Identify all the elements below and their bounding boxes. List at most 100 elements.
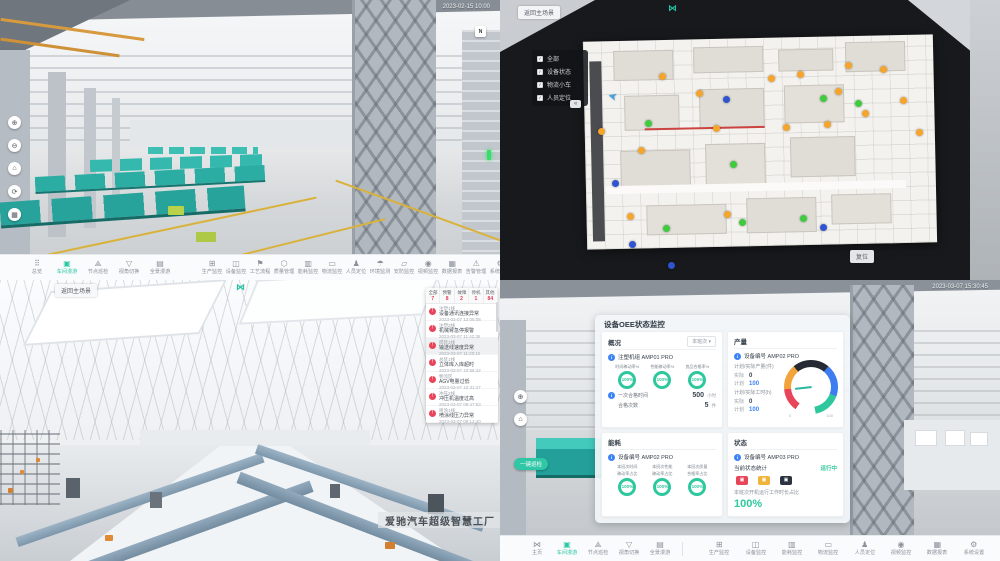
view-nav-button[interactable]: ⌂ [8,162,21,175]
map-marker[interactable] [723,96,730,103]
map-marker[interactable] [797,71,804,78]
compass-widget[interactable]: N [475,26,486,37]
map-marker[interactable] [900,97,907,104]
map-marker[interactable] [659,73,666,80]
toolbar-item[interactable]: ◉ 视频监控 [416,260,440,275]
map-marker[interactable] [627,213,634,220]
toolbar-item[interactable]: ♟ 人员定位 [853,541,877,556]
machine-status-icon[interactable]: ▣ [780,476,792,485]
back-to-scene-button[interactable]: 返回主场景 [518,6,560,19]
toolbar-item[interactable]: ⚠ 告警管理 [464,260,488,275]
view-nav-button[interactable]: ⊕ [8,116,21,129]
toolbar-item-icon: ▤ [656,541,664,549]
map-marker[interactable] [824,121,831,128]
toolbar-item[interactable]: ▭ 物流监控 [816,541,840,556]
toolbar-item[interactable]: ▦ 数据报表 [440,260,464,275]
toolbar-item[interactable]: ⊞ 生产监控 [200,260,224,275]
toolbar-item[interactable]: ◉ 视频监控 [889,541,913,556]
map-marker[interactable] [835,88,842,95]
map-marker[interactable] [820,224,827,231]
alarm-tab[interactable]: 停机 1 [469,288,483,303]
back-to-scene-button[interactable]: 返回主场景 [55,284,97,297]
alarm-tab[interactable]: 故障 2 [455,288,469,303]
toolbar-item[interactable]: ◫ 设备监控 [224,260,248,275]
map-marker[interactable] [696,90,703,97]
checkbox-icon[interactable]: ✓ [537,56,543,62]
alarm-scrollbar[interactable] [496,302,498,332]
toolbar-item[interactable]: ▦ 数据报表 [925,541,949,556]
alarm-list-item[interactable]: ! 焊装1线 输送线速度异常 2023-03-07 11:20:15 [426,338,498,355]
map-marker[interactable] [862,110,869,117]
alarm-list-item[interactable]: ! 喷涂1线 喷涂线压力异常 2023-03-07 09:12:40 [426,406,498,423]
view-nav-button[interactable]: ⟳ [8,185,21,198]
legend-collapse-button[interactable]: « [570,100,581,108]
map-marker[interactable] [668,262,675,269]
toolbar-item[interactable]: ⟁ 节点巡检 [586,541,610,556]
alarm-tab[interactable]: 全部 7 [426,288,440,303]
map-marker[interactable] [800,215,807,222]
status-value[interactable]: 运行中 [820,464,837,472]
map-marker[interactable] [880,66,887,73]
legend-row[interactable]: ✓ 物流小车 [537,80,583,89]
map-marker[interactable] [916,129,923,136]
checkbox-icon[interactable]: ✓ [537,69,543,75]
map-marker[interactable] [783,124,790,131]
legend-row[interactable]: ✓ 全部 [537,54,583,63]
machine-status-icon[interactable]: ▣ [736,476,748,485]
map-marker[interactable] [638,147,645,154]
toolbar-item[interactable]: ▱ 安防监控 [392,260,416,275]
machine-status-icon[interactable]: ▣ [758,476,770,485]
toolbar-item[interactable]: ♟ 人员定位 [344,260,368,275]
toolbar-item[interactable]: ⟁ 节点巡检 [86,260,110,275]
toolbar-item[interactable]: ▣ 车间漫游 [55,260,79,275]
toolbar-item[interactable]: ⚑ 工艺流程 [248,260,272,275]
alarm-list-item[interactable]: ! 注塑1线 设备通讯连接异常 2023-03-07 12:05:08 [426,304,498,321]
alarm-tab[interactable]: 其他 84 [484,288,498,303]
toolbar-item[interactable]: ▽ 视角切换 [117,260,141,275]
view-nav-button[interactable]: ▦ [8,208,21,221]
alarm-list-item[interactable]: ! 物流区 AGV电量过低 2023-03-07 10:31:27 [426,372,498,389]
toolbar-item[interactable]: ▥ 能耗监控 [296,260,320,275]
map-marker[interactable] [713,125,720,132]
toolbar-item[interactable]: ▭ 物流监控 [320,260,344,275]
toolbar-item-icon: ▭ [328,260,336,268]
map-reset-button[interactable]: 复位 [850,250,874,263]
toolbar-item[interactable]: ▽ 视角切换 [617,541,641,556]
checkbox-icon[interactable]: ✓ [537,95,543,101]
toolbar-item[interactable]: ▤ 全景漫游 [648,541,672,556]
toolbar-item[interactable]: ⊞ 生产监控 [707,541,731,556]
map-marker[interactable] [663,225,670,232]
checkbox-icon[interactable]: ✓ [537,82,543,88]
toolbar-item[interactable]: ▣ 车间漫游 [555,541,579,556]
map-marker[interactable] [820,95,827,102]
view-nav-button[interactable]: ⊕ [514,390,527,403]
toolbar-item[interactable]: ⋈ 主页 [526,541,548,556]
map-marker[interactable] [845,62,852,69]
toolbar-item[interactable]: ☂ 环境监测 [368,260,392,275]
alarm-tab[interactable]: 预警 8 [440,288,454,303]
toolbar-item[interactable]: ⬡ 质量管理 [272,260,296,275]
map-marker[interactable] [629,241,636,248]
alarm-list-item[interactable]: ! 总装1线 立体库入库超时 2023-03-07 10:58:42 [426,355,498,372]
map-marker[interactable] [855,100,862,107]
map-marker[interactable] [739,219,746,226]
map-marker[interactable] [612,180,619,187]
range-select[interactable]: 本班次 ▾ [687,336,716,347]
toolbar-item[interactable]: ◫ 设备监控 [744,541,768,556]
legend-row[interactable]: ✓ 设备状态 [537,67,583,76]
alarm-list-item[interactable]: ! 冲压2线 冲压机温度过高 2023-03-07 09:47:53 [426,389,498,406]
toolbar-item[interactable]: ⚙ 系统设置 [488,260,500,275]
map-marker[interactable] [598,128,605,135]
map-marker[interactable] [730,161,737,168]
map-marker[interactable] [768,75,775,82]
alarm-list-item[interactable]: ! 注塑2线 机械臂急停报警 2023-03-07 11:42:36 [426,321,498,338]
patrol-button[interactable]: 一键巡检 [514,458,548,470]
map-marker[interactable] [645,120,652,127]
toolbar-item[interactable]: ⠿ 总览 [26,260,48,275]
view-nav-button[interactable]: ⌂ [514,413,527,426]
toolbar-item[interactable]: ▥ 能耗监控 [780,541,804,556]
view-nav-button[interactable]: ⊖ [8,139,21,152]
toolbar-item[interactable]: ⚙ 系统设置 [962,541,986,556]
map-marker[interactable] [724,211,731,218]
toolbar-item[interactable]: ▤ 全景漫游 [148,260,172,275]
